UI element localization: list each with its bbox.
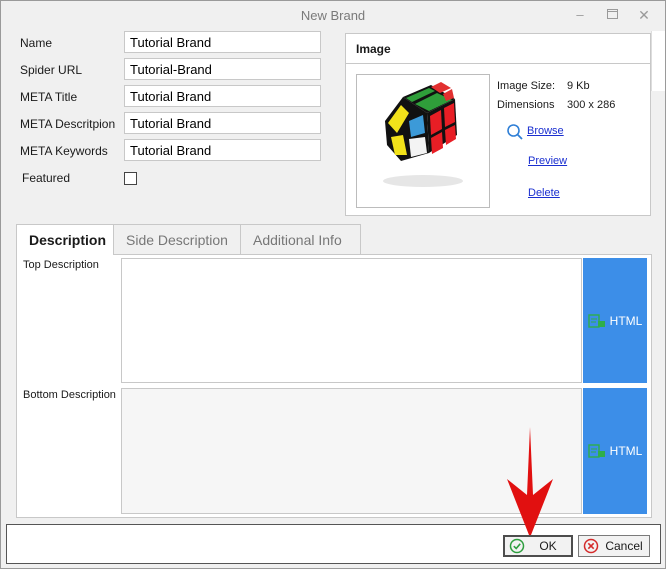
bottom-html-button[interactable]: HTML — [583, 388, 647, 514]
name-label: Name — [20, 36, 53, 50]
window-title: New Brand — [300, 8, 366, 23]
delete-link[interactable]: Delete — [528, 187, 560, 199]
red-arrow-annotation — [507, 427, 553, 535]
background-window-strip — [651, 31, 665, 91]
meta-title-field[interactable] — [124, 85, 321, 107]
html-edit-icon — [587, 313, 605, 328]
featured-label: Featured — [22, 171, 71, 185]
image-size-label: Image Size: — [497, 80, 556, 92]
meta-description-field[interactable] — [124, 112, 321, 134]
top-description-editor[interactable] — [121, 258, 582, 383]
maximize-icon[interactable] — [604, 7, 620, 23]
brand-image-thumbnail[interactable] — [356, 74, 490, 208]
dimensions-label: Dimensions — [497, 99, 555, 111]
dimensions-value: 300 x 286 — [567, 99, 616, 111]
ok-label: OK — [539, 539, 557, 553]
cancel-button[interactable]: Cancel — [578, 535, 650, 557]
meta-keywords-label: META Keywords — [20, 144, 108, 158]
cancel-label: Cancel — [605, 539, 643, 553]
tab-additional-info[interactable]: Additional Info — [240, 224, 361, 254]
bottom-description-label: Bottom Description — [23, 389, 116, 401]
minimize-icon[interactable]: – — [572, 7, 588, 23]
top-html-button[interactable]: HTML — [583, 258, 647, 383]
cancel-circle-icon — [583, 538, 599, 554]
title-bar: New Brand – ✕ — [1, 1, 665, 29]
browse-link[interactable]: Browse — [527, 125, 564, 137]
html-edit-icon — [587, 444, 605, 458]
search-icon[interactable] — [506, 123, 524, 144]
tab-description[interactable]: Description — [16, 224, 114, 255]
rubiks-cube-image — [383, 82, 463, 187]
name-field[interactable] — [124, 31, 321, 53]
image-panel-title: Image — [346, 34, 650, 64]
bottom-html-label: HTML — [609, 444, 643, 458]
image-panel: Image Image Size: 9 Kb Dimensions 300 x … — [345, 33, 651, 216]
featured-checkbox[interactable] — [124, 172, 137, 185]
top-html-label: HTML — [609, 313, 643, 328]
tab-panel-description: Top Description HTML Bottom Description … — [16, 254, 652, 518]
check-circle-icon — [509, 538, 525, 554]
top-description-label: Top Description — [23, 259, 99, 271]
meta-keywords-field[interactable] — [124, 139, 321, 161]
ok-button[interactable]: OK — [503, 535, 573, 557]
tab-side-description[interactable]: Side Description — [113, 224, 241, 254]
meta-title-label: META Title — [20, 90, 78, 104]
spider-url-label: Spider URL — [20, 63, 83, 77]
preview-link[interactable]: Preview — [528, 155, 567, 167]
meta-description-label: META Descritpion — [20, 117, 116, 131]
dialog-footer: OK Cancel — [6, 524, 661, 564]
image-size-value: 9 Kb — [567, 80, 590, 92]
new-brand-dialog: New Brand – ✕ Name Spider URL META Title… — [0, 0, 666, 569]
description-tabs: Description Side Description Additional … — [16, 224, 652, 519]
spider-url-field[interactable] — [124, 58, 321, 80]
close-icon[interactable]: ✕ — [636, 7, 652, 23]
